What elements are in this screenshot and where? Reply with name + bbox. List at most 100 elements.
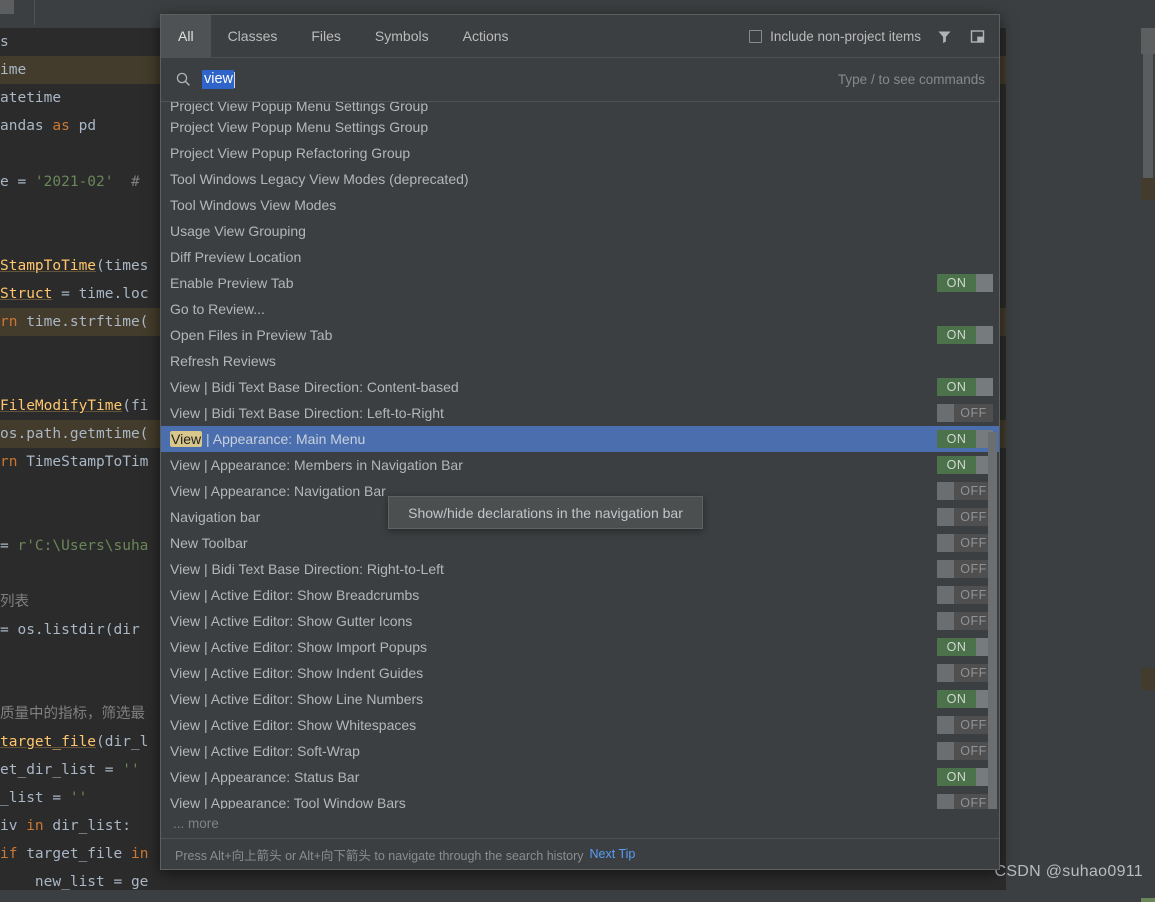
preview-panel-icon[interactable] [968,27,987,46]
editor-scrollbar-thumb[interactable] [1143,48,1153,198]
search-result-row[interactable]: Diff Preview Location [161,244,999,270]
action-toggle-off[interactable]: OFF [937,404,993,422]
search-result-row[interactable]: View | Active Editor: Show Line Numbers O… [161,686,999,712]
search-result-row[interactable]: Refresh Reviews [161,348,999,374]
action-toggle-on[interactable]: ON [937,430,993,448]
search-result-row[interactable]: View | Bidi Text Base Direction: Content… [161,374,999,400]
action-toggle-on[interactable]: ON [937,690,993,708]
toggle-knob [937,534,954,552]
action-toggle-off[interactable]: OFF [937,482,993,500]
toggle-label: ON [937,768,976,786]
search-result-row[interactable]: View | Active Editor: Show Import Popups… [161,634,999,660]
tab-files[interactable]: Files [294,15,358,57]
tab-symbols[interactable]: Symbols [358,15,446,57]
search-result-row[interactable]: View | Active Editor: Show Whitespaces OF… [161,712,999,738]
editor-scrollbar[interactable] [1141,28,1155,902]
results-scrollbar-thumb[interactable] [988,432,997,809]
search-result-row[interactable]: View | Active Editor: Show Indent Guides… [161,660,999,686]
search-result-row[interactable]: View | Appearance: Members in Navigation… [161,452,999,478]
search-input[interactable]: view [202,70,235,89]
search-result-label: View | Active Editor: Show Gutter Icons [170,613,413,629]
action-toggle-on[interactable]: ON [937,274,993,292]
action-toggle-off[interactable]: OFF [937,586,993,604]
editor-gutter-marker [1141,898,1155,902]
search-result-label-rest: | Appearance: Main Menu [202,431,366,447]
toggle-label: ON [937,456,976,474]
tooltip: Show/hide declarations in the navigation… [388,496,703,529]
search-result-row[interactable]: View | Bidi Text Base Direction: Left-to… [161,400,999,426]
search-result-label: View | Active Editor: Show Line Numbers [170,691,424,707]
action-toggle-on[interactable]: ON [937,638,993,656]
editor-tab-chip[interactable] [0,0,14,14]
footer-hint-text: Press Alt+向上箭头 or Alt+向下箭头 to navigate t… [175,848,584,863]
action-toggle-off[interactable]: OFF [937,794,993,809]
toggle-knob [937,560,954,578]
toggle-label: ON [937,326,976,344]
search-result-label: Project View Popup Refactoring Group [170,145,411,161]
search-result-label: View | Active Editor: Show Import Popups [170,639,428,655]
action-toggle-on[interactable]: ON [937,378,993,396]
search-result-label: Tool Windows View Modes [170,197,337,213]
text-caret [234,71,236,88]
search-result-label: View | Appearance: Tool Window Bars [170,795,406,809]
action-toggle-off[interactable]: OFF [937,742,993,760]
search-result-row[interactable]: View | Appearance: Status Bar ON [161,764,999,790]
search-result-row[interactable]: Usage View Grouping [161,218,999,244]
toggle-label: ON [937,638,976,656]
search-result-row[interactable]: Project View Popup Menu Settings Group [161,102,999,114]
search-result-label: Diff Preview Location [170,249,302,265]
search-result-row[interactable]: View | Active Editor: Soft-Wrap OFF [161,738,999,764]
action-toggle-on[interactable]: ON [937,456,993,474]
search-everywhere-toolbar: Include non-project items [749,15,999,57]
action-toggle-off[interactable]: OFF [937,508,993,526]
toolbar-divider [34,0,35,25]
tab-all[interactable]: All [161,15,211,57]
tab-actions[interactable]: Actions [446,15,526,57]
search-result-row[interactable]: Go to Review... [161,296,999,322]
toggle-label: ON [937,378,976,396]
search-result-row[interactable]: Tool Windows View Modes [161,192,999,218]
include-non-project-items-checkbox[interactable]: Include non-project items [749,29,921,44]
more-results-row[interactable]: ... more [161,809,999,839]
action-toggle-off[interactable]: OFF [937,716,993,734]
search-result-row[interactable]: Open Files in Preview Tab ON [161,322,999,348]
toggle-knob [937,664,954,682]
search-results-list[interactable]: Project View Popup Menu Settings Group Pr… [161,102,999,809]
watermark: CSDN @suhao0911 [994,863,1143,880]
search-everywhere-tab-bar: All Classes Files Symbols Actions Include no… [161,15,999,58]
action-toggle-off[interactable]: OFF [937,612,993,630]
search-result-row[interactable]: View | Active Editor: Show Breadcrumbs OF… [161,582,999,608]
toggle-knob [937,742,954,760]
toggle-knob [937,794,954,809]
search-result-row[interactable]: Enable Preview Tab ON [161,270,999,296]
next-tip-link[interactable]: Next Tip [590,847,636,861]
search-commands-hint: Type / to see commands [837,72,985,87]
search-result-label: View | Bidi Text Base Direction: Left-to… [170,405,444,421]
results-scrollbar[interactable] [986,102,998,809]
search-result-label: View | Appearance: Main Menu [170,431,365,447]
search-result-label: Project View Popup Menu Settings Group [170,102,429,114]
search-icon [175,71,192,88]
action-toggle-off[interactable]: OFF [937,534,993,552]
search-result-row[interactable]: New Toolbar OFF [161,530,999,556]
search-result-row[interactable]: Project View Popup Menu Settings Group [161,114,999,140]
action-toggle-off[interactable]: OFF [937,664,993,682]
search-result-label: View | Active Editor: Show Indent Guides [170,665,424,681]
action-toggle-on[interactable]: ON [937,326,993,344]
include-non-project-items-label: Include non-project items [770,28,921,44]
toggle-knob [937,716,954,734]
filter-funnel-icon[interactable] [935,27,954,46]
action-toggle-off[interactable]: OFF [937,560,993,578]
toggle-label: ON [937,690,976,708]
search-result-row[interactable]: View | Active Editor: Show Gutter Icons O… [161,608,999,634]
search-field-row[interactable]: view Type / to see commands [161,58,999,102]
search-result-row[interactable]: Tool Windows Legacy View Modes (deprecat… [161,166,999,192]
tab-classes[interactable]: Classes [211,15,295,57]
checkbox-box[interactable] [749,29,763,43]
search-result-row[interactable]: View | Bidi Text Base Direction: Right-t… [161,556,999,582]
action-toggle-on[interactable]: ON [937,768,993,786]
search-result-row[interactable]: Project View Popup Refactoring Group [161,140,999,166]
search-result-row-selected[interactable]: View | Appearance: Main Menu ON [161,426,999,452]
toggle-knob [937,404,954,422]
search-result-row[interactable]: View | Appearance: Tool Window Bars OFF [161,790,999,809]
